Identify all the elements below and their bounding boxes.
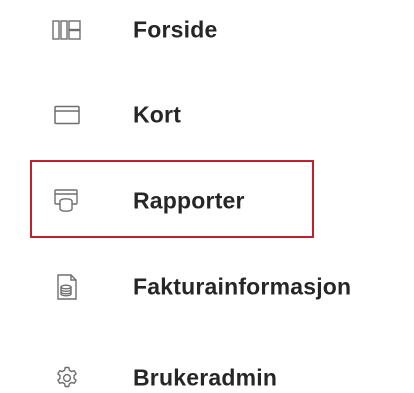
menu-item-label: Forside (133, 16, 218, 43)
report-coins-icon (52, 186, 82, 216)
menu-item-fakturainformasjon[interactable]: Fakturainformasjon (0, 257, 414, 317)
menu-item-forside[interactable]: Forside (0, 0, 414, 60)
card-icon (52, 100, 82, 130)
grid-layout-icon (52, 15, 82, 45)
menu-item-label: Brukeradmin (133, 364, 278, 391)
menu-item-rapporter[interactable]: Rapporter (0, 171, 414, 231)
navigation-menu: Forside Kort Rapporter Fakturainformasjo… (0, 0, 414, 393)
menu-item-kort[interactable]: Kort (0, 85, 414, 145)
menu-item-label: Rapporter (133, 187, 245, 214)
menu-item-label: Kort (133, 101, 182, 128)
invoice-document-icon (52, 272, 82, 302)
menu-item-label: Fakturainformasjon (133, 273, 352, 300)
menu-item-brukeradmin[interactable]: Brukeradmin (0, 348, 414, 393)
gear-icon (52, 363, 82, 393)
